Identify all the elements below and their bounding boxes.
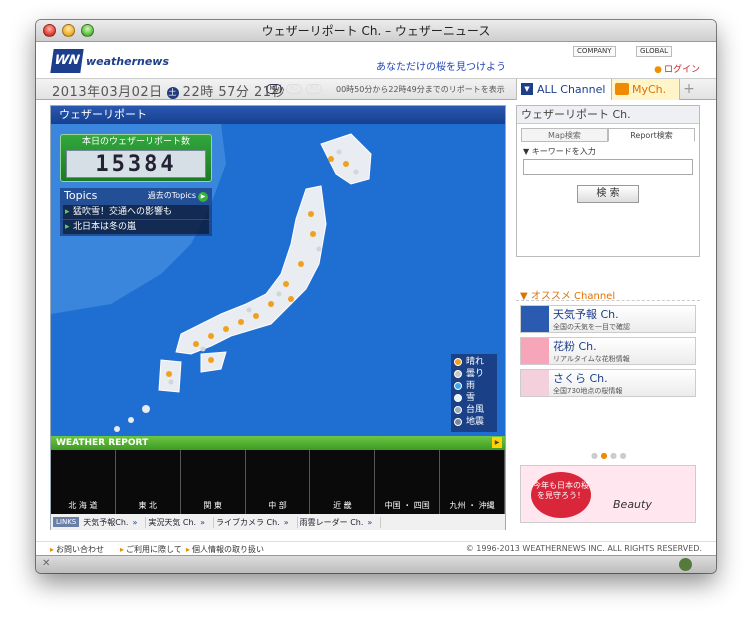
global-link[interactable]: GLOBAL [636,46,673,57]
topics-box: Topics 過去のTopics 猛吹雪！交通への影響も 北日本は冬の嵐 [60,188,212,236]
legend-item[interactable]: 雪 [454,392,494,404]
sunny-icon [454,358,462,366]
logo-mark: WN [50,49,84,73]
window-title: ウェザーリポート Ch. – ウェザーニュース [261,24,491,38]
tab-all-channel[interactable]: ALL Channel [516,79,612,100]
current-datetime: 2013年03月02日土 22時 57分 21秒 [52,81,285,100]
japan-weather-map[interactable]: 本日のウェザーリポート数 15384 Topics 過去のTopics 猛吹雪！… [51,124,505,436]
links-label: LINKS [53,517,80,527]
channel-item[interactable]: 天気予報 Ch. 全国の天気を一目で確認 [520,305,696,333]
earthquake-icon [454,418,462,426]
login-link[interactable]: ログイン [654,62,700,75]
legend-item[interactable]: 地震 [454,416,494,428]
site-logo[interactable]: WN weathernews [50,49,170,73]
date-text: 2013年03月02日 [52,85,163,100]
report-time-range: 00時50分から22時49分までのリポートを表示 [336,85,505,94]
m2-toggle[interactable]: M2 [286,84,302,94]
add-tab-button[interactable]: + [680,81,698,98]
copyright: © 1996-2013 WEATHERNEWS INC. ALL RIGHTS … [465,544,702,553]
tab-map-search[interactable]: Map検索 [521,128,608,142]
weather-legend: 晴れ 曇り 雨 雪 台風 地震 [451,354,497,432]
banner-text: 今年も日本の桜を見守ろう！ [531,472,591,518]
title-bar: ウェザーリポート Ch. – ウェザーニュース [36,20,716,42]
m3-toggle[interactable]: M3 [306,84,322,94]
region-thumb[interactable]: 中 部 [245,450,311,514]
zoom-window-button[interactable] [81,24,94,37]
pollen-icon [521,338,549,364]
region-thumb[interactable]: 関 東 [180,450,246,514]
sidebar: ウェザーリポート Ch. Map検索 Report検索 ▼ キーワードを入力 検… [516,105,700,523]
cloudy-icon [454,370,462,378]
weather-report-panel: ウェザーリポート 本日のウェザーリポート数 15384 Topics 過去のTo… [50,105,506,530]
weekday-badge: 土 [166,86,179,99]
company-link[interactable]: COMPANY [573,46,616,57]
weather-report-bar[interactable]: WEATHER REPORT [51,436,505,450]
link-rain-radar[interactable]: 雨雲レーダー Ch. [298,516,382,528]
recommended-title: ▼ オススメ Channel [516,287,700,302]
minimize-window-button[interactable] [62,24,75,37]
banner-brand: Beauty [613,498,652,511]
keyword-input[interactable] [523,159,693,175]
status-close-icon[interactable]: ✕ [42,558,50,569]
footer-contact-link[interactable]: お問い合わせ [50,544,104,555]
counter-value: 15384 [66,150,206,178]
sidebar-title: ウェザーリポート Ch. [517,106,699,124]
region-thumb[interactable]: 近 畿 [310,450,376,514]
snow-icon [454,394,462,402]
legend-item[interactable]: 曇り [454,368,494,380]
legend-item[interactable]: 晴れ [454,356,494,368]
topic-item[interactable]: 北日本は冬の嵐 [63,220,209,234]
region-thumb[interactable]: 東 北 [115,450,181,514]
tagline-link[interactable]: あなただけの桜を見つけよう [376,58,506,73]
site-header: WN weathernews あなただけの桜を見つけよう COMPANY GLO… [36,42,716,78]
region-thumbnails: 北 海 道 東 北 関 東 中 部 近 畿 中国 ・ 四国 九州 ・ 沖縄 [51,450,506,514]
search-button[interactable]: 検 索 [577,185,639,203]
counter-label: 本日のウェザーリポート数 [81,137,190,147]
status-indicator-icon [679,558,692,571]
legend-item[interactable]: 台風 [454,404,494,416]
channel-toolbar: 2013年03月02日土 22時 57分 21秒 M1 M2 M3 00時50分か… [36,78,716,100]
search-tabs: Map検索 Report検索 [521,128,695,142]
region-thumb[interactable]: 九州 ・ 沖縄 [440,450,506,514]
keyword-label: ▼ キーワードを入力 [523,147,596,156]
links-bar: LINKS 天気予報Ch. 実況天気 Ch. ライブカメラ Ch. 雨雲レーダー… [51,514,505,530]
carousel-dots[interactable]: ● ● ● ● [591,451,627,460]
link-live-camera[interactable]: ライブカメラ Ch. [214,516,298,528]
panel-title: ウェザーリポート [51,106,505,124]
channel-item[interactable]: さくら Ch. 全国730地点の桜情報 [520,369,696,397]
search-box: ウェザーリポート Ch. Map検索 Report検索 ▼ キーワードを入力 検… [516,105,700,257]
link-live-weather[interactable]: 実況天気 Ch. [146,516,214,528]
link-forecast[interactable]: 天気予報Ch. [81,516,147,528]
browser-window: ウェザーリポート Ch. – ウェザーニュース WN weathernews あ… [36,20,716,573]
logo-text: weathernews [86,54,170,68]
channel-item[interactable]: 花粉 Ch. リアルタイムな花粉情報 [520,337,696,365]
tab-my-channel[interactable]: MyCh. [612,79,680,100]
sakura-icon [521,370,549,396]
footer: お問い合わせ ご利用に際して 個人情報の取り扱い © 1996-2013 WEA… [36,541,716,555]
forecast-icon [521,306,549,332]
close-window-button[interactable] [43,24,56,37]
status-bar: ✕ [36,555,716,573]
legend-item[interactable]: 雨 [454,380,494,392]
recommended-channels: ▼ オススメ Channel 天気予報 Ch. 全国の天気を一目で確認 花粉 Ch… [516,287,700,401]
footer-terms-link[interactable]: ご利用に際して [120,544,182,555]
report-counter: 本日のウェザーリポート数 15384 [60,134,212,182]
sakura-banner[interactable]: 今年も日本の桜を見守ろう！ Beauty [520,465,696,523]
past-topics-link[interactable]: 過去のTopics [148,190,208,202]
region-thumb[interactable]: 中国 ・ 四国 [375,450,441,514]
m1-toggle[interactable]: M1 [266,84,282,94]
typhoon-icon [454,406,462,414]
footer-privacy-link[interactable]: 個人情報の取り扱い [186,544,264,555]
rain-icon [454,382,462,390]
tab-report-search[interactable]: Report検索 [608,128,695,142]
region-thumb[interactable]: 北 海 道 [51,450,116,514]
topic-item[interactable]: 猛吹雪！交通への影響も [63,205,209,219]
